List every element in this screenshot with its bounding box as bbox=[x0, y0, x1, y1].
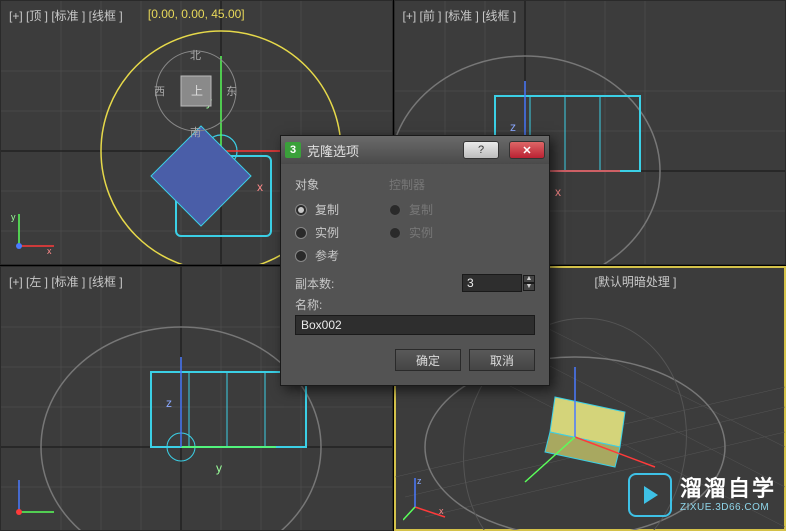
viewcube-south-label: 南 bbox=[190, 126, 201, 139]
radio-icon bbox=[295, 227, 307, 239]
radio-controller-copy: 复制 bbox=[389, 201, 433, 218]
radio-icon bbox=[389, 204, 401, 216]
controller-group-label: 控制器 bbox=[389, 176, 433, 193]
dialog-close-button[interactable]: ✕ bbox=[509, 141, 545, 159]
svg-text:x: x bbox=[555, 185, 561, 199]
axis-widget-top: x y bbox=[9, 206, 59, 256]
svg-text:z: z bbox=[166, 396, 172, 410]
clone-options-dialog: 3 克隆选项 ? ✕ 对象 复制 实例 参考 bbox=[280, 135, 550, 386]
copies-spinner[interactable]: ▲ ▼ bbox=[462, 274, 535, 292]
watermark-logo: 溜溜自学 ZIXUE.3D66.COM bbox=[628, 473, 776, 517]
dialog-title-text: 克隆选项 bbox=[307, 141, 453, 160]
svg-text:z: z bbox=[510, 120, 516, 134]
viewcube-north-label: 北 bbox=[190, 49, 201, 62]
svg-text:z: z bbox=[417, 476, 422, 486]
controller-group: 控制器 复制 实例 bbox=[389, 176, 433, 264]
dialog-body: 对象 复制 实例 参考 控制器 复制 bbox=[281, 164, 549, 385]
axis-widget-left bbox=[9, 472, 59, 522]
viewcube-east-label: 东 bbox=[226, 85, 237, 98]
radio-object-instance[interactable]: 实例 bbox=[295, 224, 339, 241]
copies-label: 副本数: bbox=[295, 275, 334, 292]
svg-text:x: x bbox=[257, 180, 263, 194]
viewport-top-coords: [0.00, 0.00, 45.00] bbox=[148, 7, 245, 21]
spinner-up-icon[interactable]: ▲ bbox=[523, 275, 535, 283]
radio-icon bbox=[295, 250, 307, 262]
viewport-top-label: [+] [顶 ] [标准 ] [线框 ] bbox=[9, 7, 123, 24]
object-group-label: 对象 bbox=[295, 176, 339, 193]
dialog-help-button[interactable]: ? bbox=[463, 141, 499, 159]
axis-widget-persp: x z bbox=[403, 472, 453, 522]
viewport-front-label: [+] [前 ] [标准 ] [线框 ] bbox=[403, 7, 517, 24]
dialog-titlebar[interactable]: 3 克隆选项 ? ✕ bbox=[281, 136, 549, 164]
viewcube[interactable]: 上 北 南 东 西 bbox=[126, 41, 266, 121]
watermark-line2: ZIXUE.3D66.COM bbox=[680, 502, 776, 513]
radio-object-copy[interactable]: 复制 bbox=[295, 201, 339, 218]
viewport-left-label: [+] [左 ] [标准 ] [线框 ] bbox=[9, 273, 123, 290]
svg-text:y: y bbox=[11, 212, 16, 222]
app-icon: 3 bbox=[285, 142, 301, 158]
radio-icon bbox=[295, 204, 307, 216]
viewport-persp-label: [默认明暗处理 ] bbox=[595, 273, 677, 290]
svg-text:y: y bbox=[216, 461, 222, 475]
spinner-down-icon[interactable]: ▼ bbox=[523, 283, 535, 291]
radio-controller-instance: 实例 bbox=[389, 224, 433, 241]
viewcube-west-label: 西 bbox=[154, 86, 165, 98]
radio-icon bbox=[389, 227, 401, 239]
cancel-button[interactable]: 取消 bbox=[469, 349, 535, 371]
viewcube-top-label: 上 bbox=[191, 84, 203, 98]
play-icon bbox=[628, 473, 672, 517]
radio-object-reference[interactable]: 参考 bbox=[295, 247, 339, 264]
name-label: 名称: bbox=[295, 296, 535, 313]
name-input[interactable] bbox=[295, 315, 535, 335]
watermark-line1: 溜溜自学 bbox=[680, 477, 776, 501]
svg-text:x: x bbox=[439, 506, 444, 516]
object-group: 对象 复制 实例 参考 bbox=[295, 176, 339, 264]
copies-input[interactable] bbox=[462, 274, 522, 292]
svg-text:x: x bbox=[47, 246, 52, 256]
ok-button[interactable]: 确定 bbox=[395, 349, 461, 371]
